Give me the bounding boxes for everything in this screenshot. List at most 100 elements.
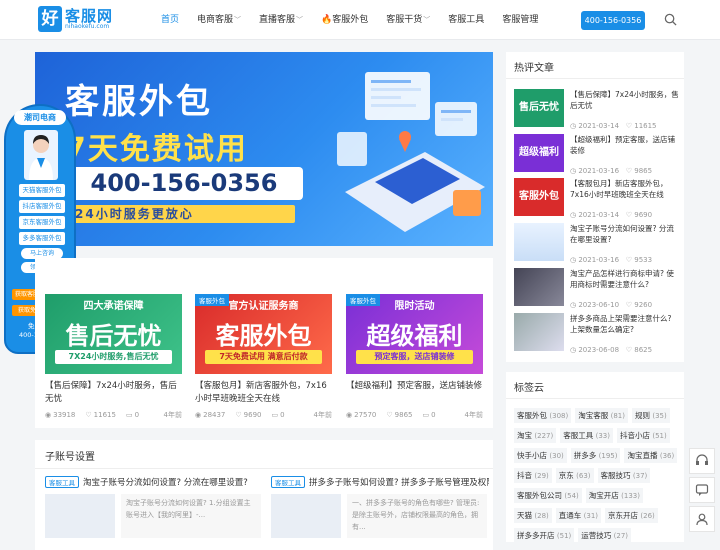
heart-icon: ♡ — [625, 301, 632, 309]
item-thumbnail[interactable] — [45, 494, 115, 538]
douyin-outsourcing-button[interactable]: 抖店客服外包 — [19, 200, 65, 213]
chevron-down-icon: ﹀ — [296, 16, 304, 24]
phone-button[interactable]: 400-156-0356 — [581, 11, 645, 30]
category-badge[interactable]: 客服工具 — [271, 476, 305, 488]
eye-icon: ◉ — [195, 411, 202, 419]
card[interactable]: 四大承诺保障 售后无忧 7X24小时服务,售后无忧 【售后保障】7x24小时服务… — [45, 294, 182, 420]
nav-item-tips[interactable]: 客服干货﹀ — [377, 0, 439, 40]
card-title[interactable]: 【客服包月】新店客服外包，7x16小时早班晚班全天在线 — [195, 380, 332, 406]
heart-icon: ♡ — [386, 411, 393, 419]
nav-item-home[interactable]: 首页 — [152, 0, 188, 40]
banner-tagline: 24小时服务更放心 — [65, 205, 295, 223]
tag-item[interactable]: 客服技巧 (37) — [597, 468, 651, 483]
clock-icon: ◷ — [570, 211, 577, 219]
tag-item[interactable]: 抖音 (29) — [514, 468, 552, 483]
tag-item[interactable]: 京东 (63) — [555, 468, 594, 483]
heart-icon: ♡ — [85, 411, 92, 419]
tag-item[interactable]: 客服外包公司 (54) — [514, 488, 582, 503]
user-icon — [696, 513, 708, 526]
tag-item[interactable]: 运营技巧 (27) — [578, 528, 632, 543]
tag-item[interactable]: 客服工具 (33) — [560, 428, 613, 443]
clock-icon: ◷ — [570, 167, 577, 175]
tag-list: 客服外包 (308) 淘宝客服 (81) 规则 (35) 淘宝 (227) 客服工具 (… — [514, 408, 680, 543]
nav-item-ecommerce[interactable]: 电商客服﹀ — [188, 0, 250, 40]
hot-article[interactable]: 售后无忧 【售后保障】7x24小时服务，售后无忧 ◷ 2021-03-14 ♡ … — [514, 89, 680, 133]
site-logo[interactable]: 好 客服网 nihaokefu.com — [38, 6, 113, 32]
card-meta: ◉ 28437 ♡ 9690 ▭ 0 4年前 — [195, 411, 332, 419]
heart-icon: ♡ — [625, 256, 632, 264]
headset-icon — [696, 454, 708, 465]
tag-item[interactable]: 快手小店 (30) — [514, 448, 567, 463]
search-icon[interactable] — [664, 13, 677, 26]
eye-icon: ◉ — [45, 411, 52, 419]
comment-icon: ▭ — [125, 411, 133, 419]
pdd-outsourcing-button[interactable]: 多多客服外包 — [19, 232, 65, 245]
card-image: 客服外包 官方认证服务商 客服外包 7天免费试用 满意后付款 — [195, 294, 332, 374]
tag-item[interactable]: 天猫 (28) — [514, 508, 552, 523]
comment-icon: ▭ — [422, 411, 430, 419]
user-button[interactable] — [689, 506, 715, 532]
hot-article[interactable]: 拼多多商品上架需要注意什么? 上架数量怎么确定? ◷ 2023-06-08 ♡ … — [514, 313, 680, 357]
tag-item[interactable]: 淘宝开店 (133) — [585, 488, 643, 503]
hot-article[interactable]: 淘宝子账号分流如何设置? 分流在哪里设置? ◷ 2021-03-16 ♡ 953… — [514, 223, 680, 267]
item-thumbnail[interactable] — [271, 494, 341, 538]
card[interactable]: 客服外包 限时活动 超级福利 预定客服，送店铺装修 【超级福利】预定客服，送店铺… — [346, 294, 483, 420]
hero-banner[interactable]: 客服外包 7天免费试用 400-156-0356 24小时服务更放心 — [35, 52, 493, 246]
heart-icon: ♡ — [625, 211, 632, 219]
tag-item[interactable]: 规则 (35) — [631, 408, 670, 423]
clock-icon: ◷ — [570, 122, 577, 130]
hot-articles-widget: 热评文章 售后无忧 【售后保障】7x24小时服务，售后无忧 ◷ 2021-03-… — [506, 52, 684, 362]
message-button[interactable] — [689, 477, 715, 503]
subaccount-section: 子账号设置 客服工具 淘宝子账号分流如何设置? 分流在哪里设置? 淘宝子账号分流如… — [35, 440, 493, 550]
tag-item[interactable]: 拼多多 (195) — [570, 448, 621, 463]
tag-item[interactable]: 淘宝直播 (36) — [624, 448, 678, 463]
chat-icon — [695, 484, 709, 496]
item-desc: 淘宝子账号分流如何设置? 1.分组设置主账号进入【我的阿里】-... — [121, 494, 261, 538]
jd-outsourcing-button[interactable]: 京东客服外包 — [19, 216, 65, 229]
logo-domain: nihaokefu.com — [65, 22, 110, 30]
nav-item-management[interactable]: 客服管理 — [493, 0, 547, 40]
clock-icon: ◷ — [570, 301, 577, 309]
tag-item[interactable]: 直通车 (31) — [555, 508, 602, 523]
nav-item-live[interactable]: 直播客服﹀ — [250, 0, 312, 40]
item-title[interactable]: 淘宝子账号分流如何设置? 分流在哪里设置? — [83, 478, 248, 488]
hot-article[interactable]: 淘宝产品怎样进行商标申请? 使用商标时需要注意什么? ◷ 2023-06-10 … — [514, 268, 680, 312]
card-meta: ◉ 27570 ♡ 9865 ▭ 0 4年前 — [346, 411, 483, 419]
tag-item[interactable]: 淘宝 (227) — [514, 428, 557, 443]
item-title[interactable]: 拼多多子账号如何设置? 拼多多子账号管理及权限... — [309, 478, 489, 488]
widget-title: 热评文章 — [514, 63, 554, 74]
card-image: 客服外包 限时活动 超级福利 预定客服，送店铺装修 — [346, 294, 483, 374]
card-title[interactable]: 【超级福利】预定客服，送店铺装修 — [346, 380, 483, 406]
tag-item[interactable]: 抖音小店 (51) — [616, 428, 670, 443]
card[interactable]: 客服外包 官方认证服务商 客服外包 7天免费试用 满意后付款 【客服包月】新店客… — [195, 294, 332, 420]
nav-item-tools[interactable]: 客服工具 — [439, 0, 493, 40]
card-title[interactable]: 【售后保障】7x24小时服务，售后无忧 — [45, 380, 182, 406]
hot-article[interactable]: 超级福利 【超级福利】预定客服，送店铺装修 ◷ 2021-03-16 ♡ 986… — [514, 134, 680, 178]
tag-cloud-widget: 标签云 客服外包 (308) 淘宝客服 (81) 规则 (35) 淘宝 (227) 客服… — [506, 372, 684, 543]
laptop-illustration — [337, 72, 485, 232]
heart-icon: ♡ — [625, 167, 632, 175]
list-item[interactable]: 客服工具 拼多多子账号如何设置? 拼多多子账号管理及权限... 一、拼多多子账号的… — [271, 476, 489, 538]
tag-item[interactable]: 客服外包 (308) — [514, 408, 572, 423]
card-image: 四大承诺保障 售后无忧 7X24小时服务,售后无忧 — [45, 294, 182, 374]
nav-item-outsourcing[interactable]: 🔥客服外包 — [312, 0, 377, 40]
tmall-outsourcing-button[interactable]: 天猫客服外包 — [19, 184, 65, 197]
chevron-down-icon: ﹀ — [423, 16, 431, 24]
banner-subtitle: 7天免费试用 — [65, 132, 248, 167]
tag-item[interactable]: 拼多多开店 (51) — [514, 528, 575, 543]
logo-name: 客服网 — [65, 6, 114, 25]
hot-article[interactable]: 客服外包 【客服包月】新店客服外包，7x16小时早班晚班全天在线 ◷ 2021-… — [514, 178, 680, 222]
category-badge[interactable]: 客服工具 — [45, 476, 79, 488]
heart-icon: ♡ — [235, 411, 242, 419]
site-header: 好 客服网 nihaokefu.com 首页 电商客服﹀ 直播客服﹀ 🔥客服外包… — [0, 0, 720, 40]
tag-item[interactable]: 淘宝客服 (81) — [575, 408, 628, 423]
agent-avatar — [24, 130, 58, 180]
list-item[interactable]: 客服工具 淘宝子账号分流如何设置? 分流在哪里设置? 淘宝子账号分流如何设置? 1… — [45, 476, 263, 538]
featured-cards: 四大承诺保障 售后无忧 7X24小时服务,售后无忧 【售后保障】7x24小时服务… — [35, 258, 493, 428]
service-button[interactable] — [689, 448, 715, 474]
section-title: 子账号设置 — [45, 452, 95, 463]
fire-icon: 🔥 — [321, 15, 333, 25]
logo-badge: 好 — [38, 6, 62, 32]
eye-icon: ◉ — [346, 411, 353, 419]
tag-item[interactable]: 京东开店 (26) — [605, 508, 658, 523]
